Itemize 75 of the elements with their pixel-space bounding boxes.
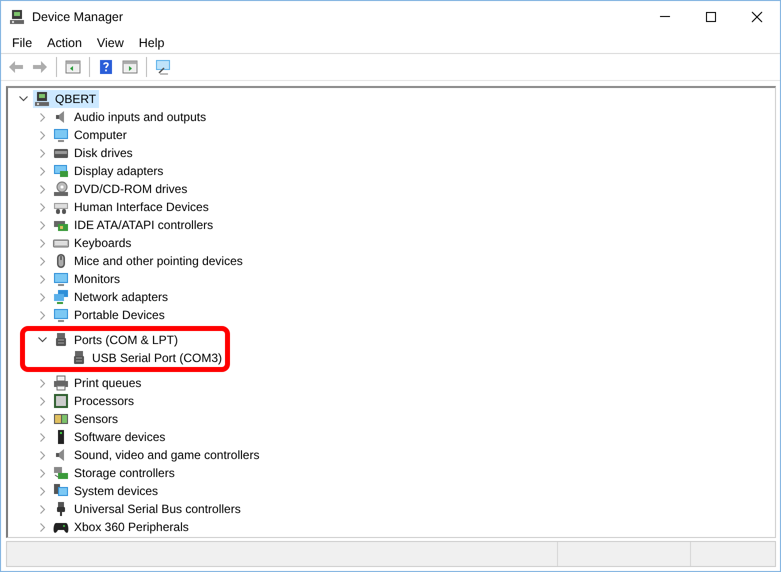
menu-item[interactable]: Help: [132, 32, 172, 52]
collapsed-chevron-icon[interactable]: [40, 220, 46, 230]
collapsed-chevron-icon[interactable]: [40, 468, 46, 478]
monitor-icon: [53, 127, 69, 143]
help-icon: [98, 59, 114, 75]
port-plug-icon: [53, 332, 69, 348]
collapsed-chevron-icon[interactable]: [40, 148, 46, 158]
menu-item[interactable]: Action: [40, 32, 90, 52]
tree-item[interactable]: IDE ATA/ATAPI controllers: [52, 216, 216, 234]
collapsed-chevron-icon[interactable]: [40, 292, 46, 302]
sensor-board-icon: [53, 411, 69, 427]
monitor-icon: [53, 271, 69, 287]
properties-icon: [122, 59, 138, 75]
tree-item[interactable]: Xbox 360 Peripherals: [52, 518, 192, 536]
collapsed-chevron-icon[interactable]: [40, 256, 46, 266]
tree-item[interactable]: Software devices: [52, 428, 168, 446]
tree-item[interactable]: USB Serial Port (COM3): [70, 349, 225, 367]
collapsed-chevron-icon[interactable]: [40, 112, 46, 122]
printer-icon: [53, 375, 69, 391]
collapsed-chevron-icon[interactable]: [40, 522, 46, 532]
collapsed-chevron-icon[interactable]: [40, 166, 46, 176]
tree-item[interactable]: Network adapters: [52, 288, 172, 306]
collapsed-chevron-icon[interactable]: [40, 130, 46, 140]
tree-item[interactable]: Print queues: [52, 374, 144, 392]
collapsed-chevron-icon[interactable]: [40, 274, 46, 284]
collapsed-chevron-icon[interactable]: [40, 184, 46, 194]
collapsed-chevron-icon[interactable]: [40, 396, 46, 406]
tree-item[interactable]: DVD/CD-ROM drives: [52, 180, 190, 198]
tree-item[interactable]: Portable Devices: [52, 306, 168, 324]
back-arrow-icon: [8, 59, 24, 75]
forward-arrow-icon: [32, 59, 48, 75]
collapsed-chevron-icon[interactable]: [40, 432, 46, 442]
collapsed-chevron-icon[interactable]: [40, 378, 46, 388]
tree-item[interactable]: Storage controllers: [52, 464, 178, 482]
tree-item[interactable]: Keyboards: [52, 234, 134, 252]
tree-item[interactable]: Processors: [52, 392, 138, 410]
maximize-icon: [705, 10, 717, 22]
tree-item[interactable]: Display adapters: [52, 162, 166, 180]
disc-drive-icon: [53, 181, 69, 197]
scan-monitor-icon: [155, 59, 171, 75]
window-title: Device Manager: [32, 10, 124, 24]
computer-icon: [9, 8, 25, 24]
expanded-chevron-icon[interactable]: [38, 337, 47, 343]
expanded-chevron-icon[interactable]: [19, 96, 28, 102]
chip-icon: [53, 393, 69, 409]
collapsed-chevron-icon[interactable]: [40, 310, 46, 320]
computer-icon: [34, 91, 50, 107]
collapsed-chevron-icon[interactable]: [40, 414, 46, 424]
display-card-icon: [53, 163, 69, 179]
tree-item[interactable]: Sound, video and game controllers: [52, 446, 262, 464]
tree-item[interactable]: System devices: [52, 482, 162, 500]
tree-item[interactable]: Mice and other pointing devices: [52, 252, 246, 270]
storage-card-icon: [53, 465, 69, 481]
tree-item[interactable]: Human Interface Devices: [52, 198, 212, 216]
collapsed-chevron-icon[interactable]: [40, 504, 46, 514]
tree-item[interactable]: Monitors: [52, 270, 124, 288]
collapsed-chevron-icon[interactable]: [40, 450, 46, 460]
tree-item[interactable]: Computer: [52, 126, 130, 144]
tree-item[interactable]: QBERT: [33, 90, 100, 108]
menu-item[interactable]: View: [90, 32, 132, 52]
collapsed-chevron-icon[interactable]: [40, 202, 46, 212]
tree-item[interactable]: Disk drives: [52, 144, 136, 162]
console-tree-icon: [65, 59, 81, 75]
tree-item[interactable]: Sensors: [52, 410, 122, 428]
tree-item[interactable]: Ports (COM & LPT): [52, 331, 182, 349]
collapsed-chevron-icon[interactable]: [40, 486, 46, 496]
network-monitors-icon: [53, 289, 69, 305]
tree-item[interactable]: Universal Serial Bus controllers: [52, 500, 244, 518]
system-monitor-icon: [53, 483, 69, 499]
tree-item[interactable]: Audio inputs and outputs: [52, 108, 210, 126]
minimize-icon: [660, 16, 670, 17]
monitor-icon: [53, 307, 69, 323]
menu-item[interactable]: File: [5, 32, 40, 52]
close-icon: [751, 10, 763, 22]
collapsed-chevron-icon[interactable]: [40, 238, 46, 248]
